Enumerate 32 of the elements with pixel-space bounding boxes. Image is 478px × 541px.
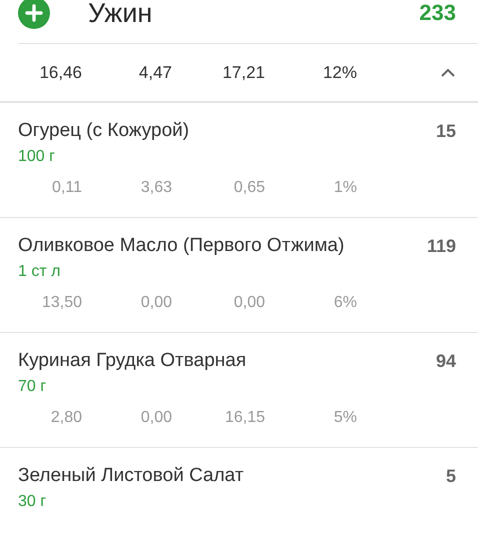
food-name: Оливковое Масло (Первого Отжима) <box>18 234 344 258</box>
macro-value: 6% <box>332 294 357 312</box>
food-name: Куриная Грудка Отварная <box>18 349 246 373</box>
macro-value: 0,00 <box>232 294 265 312</box>
food-name: Зеленый Листовой Салат <box>18 464 244 488</box>
food-portion: 100 г <box>17 147 56 166</box>
macro-value: 16,15 <box>224 409 265 427</box>
macro-value: 0,00 <box>140 294 172 312</box>
macro-value: 0,11 <box>51 179 82 197</box>
macro-value: 0,00 <box>140 409 172 427</box>
meal-title: Ужин <box>88 0 154 28</box>
food-calories: 119 <box>426 235 456 258</box>
total-value: 17,21 <box>221 62 265 82</box>
food-calories: 94 <box>436 350 456 373</box>
macro-value: 0,65 <box>232 179 265 197</box>
macro-value: 13,50 <box>40 294 82 312</box>
food-calories: 15 <box>436 120 456 143</box>
food-portion: 30 г <box>17 492 48 511</box>
total-value: 16,46 <box>38 62 82 82</box>
food-name: Огурец (с Кожурой) <box>18 119 190 143</box>
food-portion: 70 г <box>17 377 48 396</box>
food-calories: 5 <box>446 465 456 488</box>
total-value: 4,47 <box>138 62 172 82</box>
total-value: 12% <box>322 62 357 82</box>
macro-value: 1% <box>332 179 357 197</box>
caret-icon[interactable] <box>440 68 456 78</box>
meal-calories: 233 <box>419 0 456 26</box>
macro-value: 2,80 <box>50 409 82 427</box>
macro-value: 5% <box>332 409 357 427</box>
food-portion: 1 ст л <box>17 262 62 281</box>
macro-value: 3,63 <box>140 179 172 197</box>
add-icon[interactable] <box>18 0 50 29</box>
